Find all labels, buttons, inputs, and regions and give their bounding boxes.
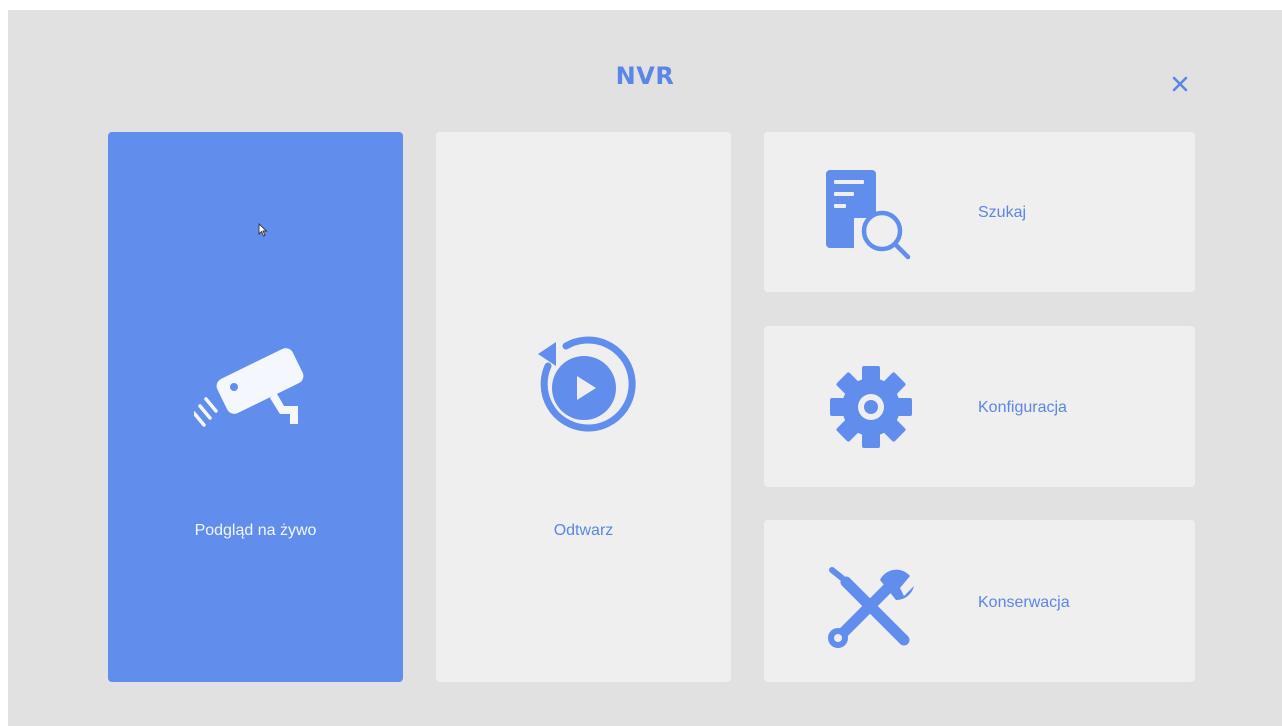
playback-tile[interactable]: Odtwarz <box>436 132 731 682</box>
document-search-icon <box>826 170 911 260</box>
close-icon[interactable] <box>1168 72 1192 96</box>
gear-icon <box>830 366 912 448</box>
replay-icon <box>538 336 636 432</box>
tools-icon <box>828 567 914 648</box>
page-title: NVR <box>615 62 675 90</box>
maintenance-tile[interactable]: Konserwacja <box>764 520 1195 682</box>
maintenance-label: Konserwacja <box>978 594 1070 611</box>
configuration-tile[interactable]: Konfiguracja <box>764 326 1195 487</box>
live-view-tile[interactable]: Podgląd na żywo <box>108 132 403 682</box>
playback-label: Odtwarz <box>553 522 614 539</box>
search-tile[interactable]: Szukaj <box>764 132 1195 292</box>
live-view-label: Podgląd na żywo <box>194 522 317 539</box>
cctv-camera-icon <box>194 348 304 427</box>
search-label: Szukaj <box>978 204 1027 221</box>
mouse-pointer-icon <box>258 223 268 237</box>
configuration-label: Konfiguracja <box>978 399 1067 416</box>
main-menu-screen: NVR Podgląd na żywo Odtwarz Szukaj Konfi… <box>8 10 1282 726</box>
